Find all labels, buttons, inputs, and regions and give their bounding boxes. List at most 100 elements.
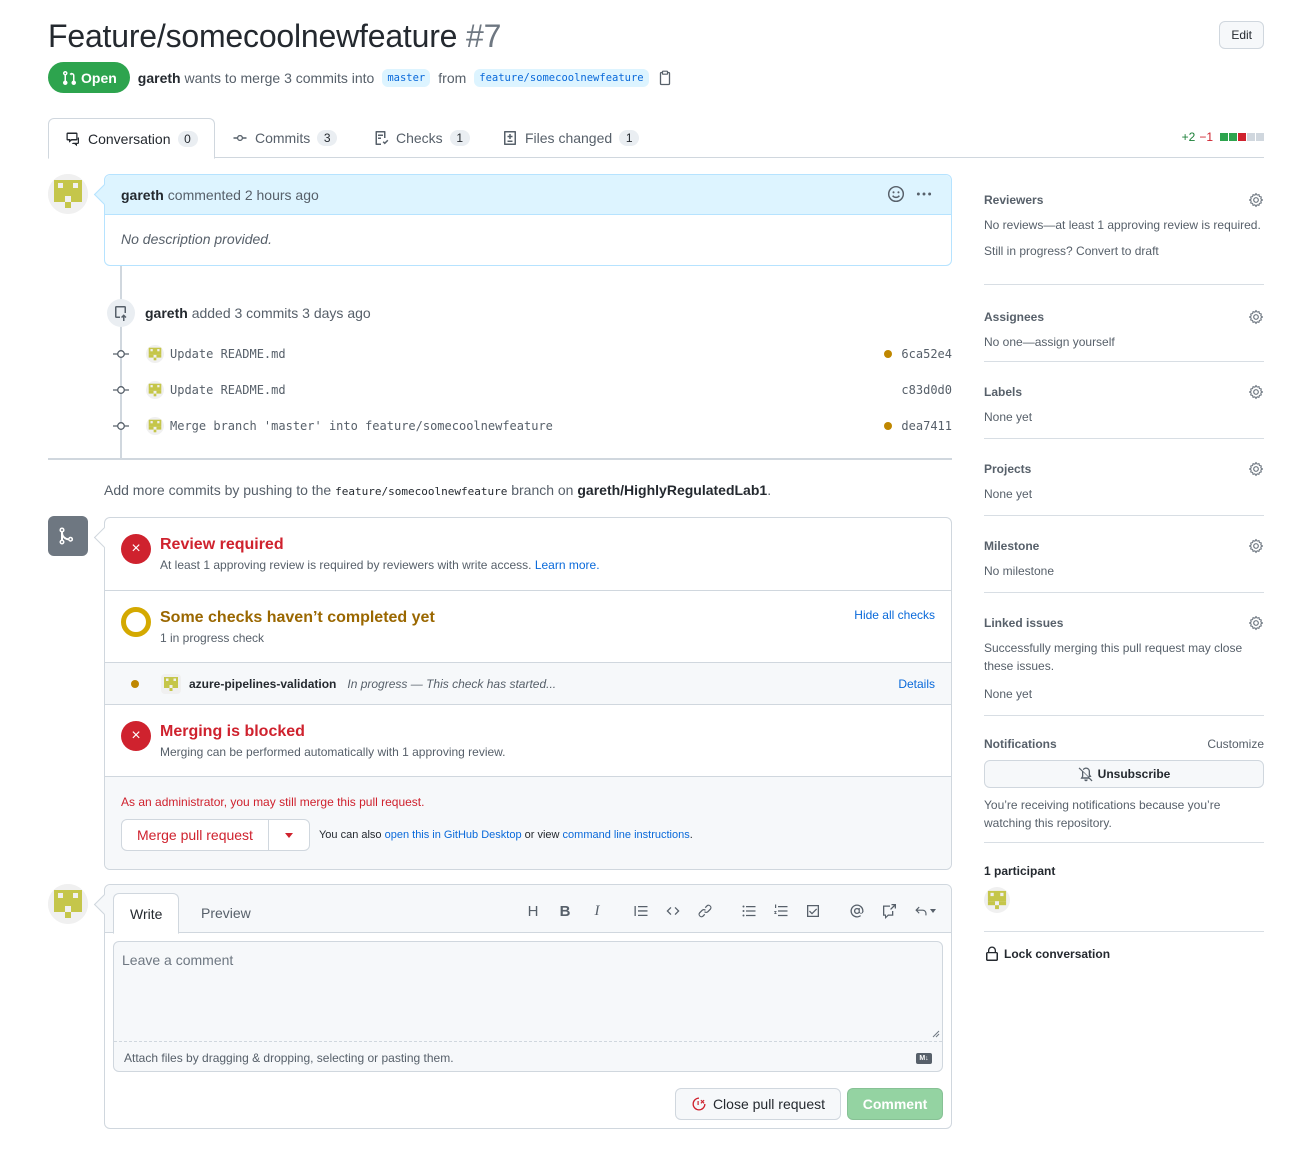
diff-blocks [1219,130,1264,144]
participant-avatar[interactable] [984,887,1010,913]
smiley-icon[interactable] [887,185,905,203]
command-line-instructions-link[interactable]: command line instructions [563,829,690,841]
pending-dot-icon [131,679,139,688]
push-event: gareth added 3 commits 3 days ago [107,299,371,327]
convert-to-draft-link[interactable]: Still in progress? Convert to draft [984,242,1264,260]
gear-icon[interactable] [1248,538,1264,554]
gear-icon[interactable] [1248,615,1264,631]
x-circle-icon: × [121,721,151,751]
markdown-icon[interactable]: M↓ [916,1053,932,1064]
attach-files-area[interactable]: Attach files by dragging & dropping, sel… [114,1045,942,1075]
bold-icon[interactable]: B [553,899,577,923]
current-user-avatar[interactable] [48,884,88,924]
author-avatar[interactable] [48,174,88,214]
merge-from-text: from [438,69,467,86]
tab-files-changed[interactable]: Files changed 1 [486,118,655,158]
commit-sha[interactable]: dea7411 [901,419,952,433]
code-icon[interactable] [661,899,685,923]
attach-hint: Attach files by dragging & dropping, sel… [124,1051,454,1065]
head-branch[interactable]: feature/somecoolnewfeature [474,68,649,87]
markdown-toolbar: H B I [513,899,941,923]
customize-link[interactable]: Customize [1207,737,1264,751]
milestone-title[interactable]: Milestone [984,539,1039,553]
reviewers-title[interactable]: Reviewers [984,193,1043,207]
hide-all-checks-link[interactable]: Hide all checks [854,608,935,622]
saved-replies-icon[interactable] [909,899,941,923]
open-github-desktop-link[interactable]: open this in GitHub Desktop [385,829,522,841]
tab-checks[interactable]: Checks 1 [357,118,486,158]
ordered-list-icon[interactable] [769,899,793,923]
commit-author-avatar[interactable] [146,417,164,435]
heading-icon[interactable]: H [521,899,545,923]
check-name: azure-pipelines-validation [189,676,337,691]
comment-textarea[interactable] [114,942,942,1042]
pending-status-icon[interactable] [884,422,893,430]
commit-message[interactable]: Merge branch 'master' into feature/somec… [170,419,884,433]
tab-label: Commits [255,130,311,146]
lock-conversation-button[interactable]: Lock conversation [984,932,1264,962]
merge-pull-request-button[interactable]: Merge pull request [122,820,269,850]
push-hint-prefix: Add more commits by pushing to the [104,482,332,498]
labels-title[interactable]: Labels [984,385,1022,399]
projects-title[interactable]: Projects [984,462,1031,476]
tab-counter: 1 [619,130,640,146]
close-pull-request-button[interactable]: Close pull request [674,1088,841,1120]
commit-sha[interactable]: c83d0d0 [901,383,952,397]
sidebar-notifications: Notifications Customize Unsubscribe You’r… [984,716,1264,843]
push-text: added 3 commits 3 days ago [191,305,371,321]
base-branch[interactable]: master [382,68,431,87]
pr-author[interactable]: gareth [138,70,181,86]
link-icon[interactable] [693,899,717,923]
linked-issues-title[interactable]: Linked issues [984,616,1063,630]
tab-preview[interactable]: Preview [185,893,267,934]
diffstat-block [1220,133,1228,141]
push-hint-repo[interactable]: gareth/HighlyRegulatedLab1 [577,482,767,498]
assignees-text[interactable]: No one—assign yourself [984,333,1264,351]
edit-title-button[interactable]: Edit [1219,21,1264,49]
kebab-horizontal-icon[interactable] [915,185,933,203]
unsubscribe-button[interactable]: Unsubscribe [984,760,1264,788]
checks-section: Some checks haven’t completed yet 1 in p… [105,591,951,663]
commit-message[interactable]: Update README.md [170,347,884,361]
pr-title: Feature/somecoolnewfeature #7 [48,14,1264,58]
resize-handle-icon[interactable] [932,1030,940,1038]
sidebar-participants: 1 participant [984,843,1264,932]
merge-method-dropdown[interactable] [269,820,309,850]
tab-counter: 3 [317,130,338,146]
pending-status-icon[interactable] [884,350,893,358]
notifications-title: Notifications [984,737,1057,751]
gear-icon[interactable] [1248,192,1264,208]
commit-author-avatar[interactable] [146,381,164,399]
sidebar-linked-issues: Linked issues Successfully merging this … [984,593,1264,716]
commit-row: Update README.md c83d0d0 [112,378,952,402]
comment-header: gareth commented 2 hours ago [105,175,951,215]
quote-icon[interactable] [629,899,653,923]
check-details-link[interactable]: Details [898,677,935,691]
participants-title: 1 participant [984,864,1056,878]
additions-count: +2 [1181,130,1196,144]
commit-sha[interactable]: 6ca52e4 [901,347,952,361]
learn-more-link[interactable]: Learn more. [535,558,600,572]
tab-commits[interactable]: Commits 3 [216,118,353,158]
tab-counter: 1 [449,130,470,146]
unordered-list-icon[interactable] [737,899,761,923]
push-author[interactable]: gareth [145,305,188,321]
assignees-title[interactable]: Assignees [984,310,1044,324]
tab-write[interactable]: Write [113,893,180,934]
editor-actions: Close pull request Comment [674,1088,943,1120]
copy-icon[interactable] [657,70,673,86]
mention-icon[interactable] [845,899,869,923]
comment-author[interactable]: gareth [121,187,164,203]
task-list-icon[interactable] [801,899,825,923]
commit-message[interactable]: Update README.md [170,383,901,397]
push-hint-branch: feature/somecoolnewfeature [335,485,508,498]
commit-author-avatar[interactable] [146,345,164,363]
cross-reference-icon[interactable] [877,899,901,923]
italic-icon[interactable]: I [585,899,609,923]
tab-conversation[interactable]: Conversation 0 [48,118,215,159]
gear-icon[interactable] [1248,461,1264,477]
comment-button[interactable]: Comment [847,1088,943,1120]
gear-icon[interactable] [1248,384,1264,400]
merge-box: × Review required At least 1 approving r… [104,517,952,870]
gear-icon[interactable] [1248,309,1264,325]
